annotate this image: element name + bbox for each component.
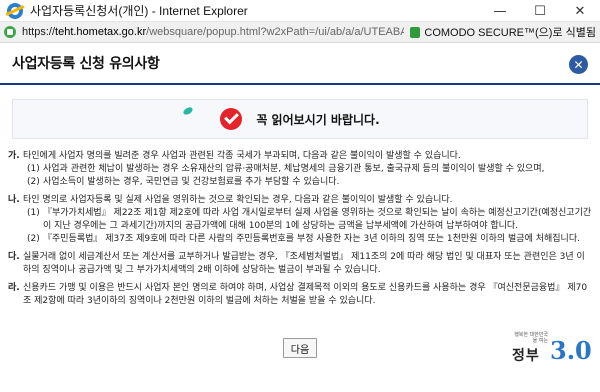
internet-explorer-icon (7, 2, 23, 19)
secure-site-icon (4, 26, 16, 38)
rule-text: 실물거래 없이 세금계산서 또는 계산서를 교부하거나 발급받는 경우, 『조세… (23, 252, 585, 275)
check-icon (220, 108, 243, 130)
rules-list: 가. 타인에게 사업자 명의를 빌려준 경우 사업과 관련된 각종 국세가 부과… (8, 150, 592, 313)
leaf-decoration-icon (182, 105, 194, 117)
government-3-0-logo: 행복한 대한민국을 여는 정부 3.0 (512, 332, 592, 372)
window-titlebar: 사업자등록신청서(개인) - Internet Explorer — ☐ ✕ (0, 0, 600, 22)
rule-sub-item: (2) 『주민등록법』 제37조 제9호에 따라 다른 사람의 주민등록번호를 … (23, 233, 592, 246)
close-icon[interactable]: ✕ (569, 55, 588, 74)
sub-text: 『주민등록법』 제37조 제9호에 따라 다른 사람의 주민등록번호를 부정 사… (43, 234, 580, 244)
logo-version: 3.0 (550, 336, 592, 365)
sub-number: (2) (27, 177, 40, 187)
next-button[interactable]: 다음 (283, 338, 317, 358)
url-domain: teht.hometax.go.kr (55, 26, 147, 38)
certificate-label: COMODO SECURE™(으)로 식별됨 (424, 27, 596, 39)
window-title: 사업자등록신청서(개인) - Internet Explorer (30, 4, 248, 18)
rule-sub-item: (1) 『부가가치세법』 제22조 제1항 제2호에 따라 사업 개시일로부터 … (23, 207, 592, 233)
rule-sub-item: (2) 사업소득이 발생하는 경우, 국민연금 및 건강보험료를 추가 부담할 … (23, 176, 592, 189)
rule-text: 타인에게 사업자 명의를 빌려준 경우 사업과 관련된 각종 국세가 부과되며,… (23, 151, 461, 161)
close-window-button[interactable]: ✕ (560, 0, 600, 22)
rule-marker: 다. (8, 252, 20, 262)
popup-title: 사업자등록 신청 유의사항 (12, 56, 160, 72)
rule-text: 타인 명의로 사업자등록 및 실제 사업을 영위하는 것으로 확인되는 경우, … (23, 195, 453, 205)
sub-number: (2) (27, 234, 40, 244)
sub-text: 『부가가치세법』 제22조 제1항 제2호에 따라 사업 개시일로부터 실제 사… (43, 208, 592, 231)
rule-item: 나. 타인 명의로 사업자등록 및 실제 사업을 영위하는 것으로 확인되는 경… (8, 194, 592, 246)
sub-number: (1) (27, 164, 40, 174)
rule-text: 신용카드 가맹 및 이용은 반드시 사업자 본인 명의로 하여야 하며, 사업상… (23, 283, 588, 306)
rule-sub-item: (1) 사업과 관련한 체납이 발생하는 경우 소유재산의 압류·공매처분, 체… (23, 163, 592, 176)
window-controls: — ☐ ✕ (480, 0, 600, 22)
notice-text: 꼭 읽어보시기 바랍니다. (256, 112, 380, 127)
rule-item: 다. 실물거래 없이 세금계산서 또는 계산서를 교부하거나 발급받는 경우, … (8, 251, 592, 277)
sub-number: (1) (27, 208, 40, 218)
logo-name: 정부 (512, 348, 540, 364)
url-scheme: https:// (22, 26, 56, 38)
maximize-button[interactable]: ☐ (520, 0, 560, 22)
lock-icon (410, 26, 421, 38)
certificate-indicator[interactable]: COMODO SECURE™(으)로 식별됨 (410, 24, 596, 40)
logo-slogan: 행복한 대한민국을 여는 (514, 332, 548, 344)
rule-marker: 나. (8, 195, 20, 205)
minimize-button[interactable]: — (480, 0, 520, 22)
rule-marker: 가. (8, 151, 20, 161)
popup-header: 사업자등록 신청 유의사항 ✕ (0, 43, 600, 85)
sub-text: 사업소득이 발생하는 경우, 국민연금 및 건강보험료를 추가 부담할 수 있습… (43, 177, 340, 187)
address-bar: https://teht.hometax.go.kr/websquare/pop… (0, 22, 600, 43)
sub-text: 사업과 관련한 체납이 발생하는 경우 소유재산의 압류·공매처분, 체납명세의… (43, 164, 545, 174)
url-path: /websquare/popup.html?w2xPath=/ui/ab/a/a… (146, 26, 405, 38)
rule-item: 가. 타인에게 사업자 명의를 빌려준 경우 사업과 관련된 각종 국세가 부과… (8, 150, 592, 189)
rule-item: 라. 신용카드 가맹 및 이용은 반드시 사업자 본인 명의로 하여야 하며, … (8, 282, 592, 308)
notice-banner: 꼭 읽어보시기 바랍니다. (12, 99, 588, 139)
rule-marker: 라. (8, 283, 20, 293)
url-field[interactable]: https://teht.hometax.go.kr/websquare/pop… (22, 26, 404, 38)
